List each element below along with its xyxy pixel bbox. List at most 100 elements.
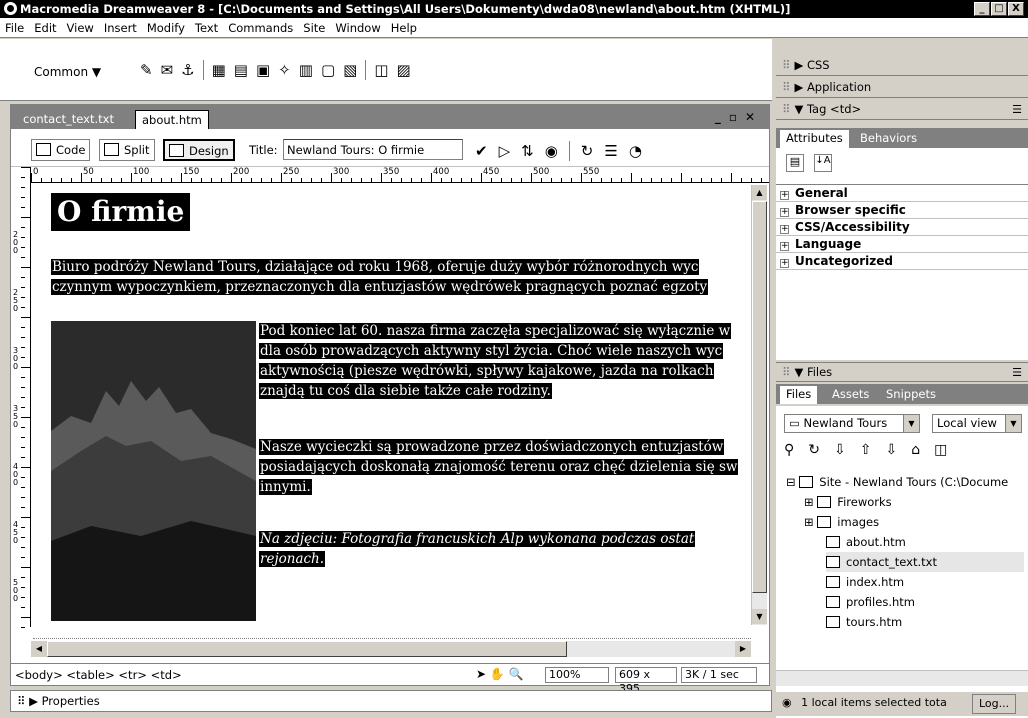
design-view-button[interactable]: Design: [163, 139, 235, 161]
tab-assets[interactable]: Assets: [826, 386, 875, 404]
properties-bar[interactable]: ⠿ ▶ Properties: [10, 690, 772, 712]
tree-file-profiles[interactable]: profiles.htm: [826, 592, 915, 612]
photo-caption-paragraph[interactable]: Na zdjęciu: Fotografia francuskich Alp w…: [259, 529, 696, 569]
tree-folder-images[interactable]: ⊞ images: [804, 512, 879, 532]
close-button[interactable]: X: [1008, 2, 1024, 16]
tree-site-root[interactable]: ⊟ Site - Newland Tours (C:\Docume: [786, 472, 1008, 492]
table-icon[interactable]: ▦: [212, 61, 226, 79]
menu-text[interactable]: Text: [190, 21, 223, 35]
tab-behaviors[interactable]: Behaviors: [854, 130, 923, 148]
ruler-tick: [21, 417, 30, 418]
page-heading[interactable]: O firmie: [51, 193, 191, 231]
select-hand-zoom-tools-icon[interactable]: ➤ ✋ 🔍: [473, 667, 527, 683]
ruler-label: 250: [13, 288, 19, 313]
guides-paragraph[interactable]: Nasze wycieczki są prowadzone przez dośw…: [259, 437, 739, 497]
menu-modify[interactable]: Modify: [142, 21, 190, 35]
menu-edit[interactable]: Edit: [29, 21, 61, 35]
tag-inspector-header[interactable]: ⠿ ▼ Tag <td> ☰: [776, 100, 1028, 120]
files-options-menu-icon[interactable]: ☰: [1012, 363, 1022, 382]
split-view-button[interactable]: Split: [99, 139, 155, 161]
validate-markup-icon[interactable]: ▷: [499, 142, 511, 160]
tree-file-index[interactable]: index.htm: [826, 572, 904, 592]
refresh-icon[interactable]: ↻: [808, 442, 820, 458]
div-icon[interactable]: ▤: [234, 61, 248, 79]
menu-view[interactable]: View: [62, 21, 99, 35]
tree-file-contact-text[interactable]: contact_text.txt: [826, 552, 1024, 572]
check-out-icon[interactable]: ⇩: [885, 442, 897, 458]
tab-contact-text[interactable]: contact_text.txt: [17, 110, 120, 129]
tab-about[interactable]: about.htm: [135, 110, 209, 129]
log-button[interactable]: Log...: [972, 694, 1017, 714]
template-icon[interactable]: ▧: [343, 61, 357, 79]
view-options-icon[interactable]: ☰: [604, 142, 617, 160]
tab-files[interactable]: Files: [780, 386, 818, 404]
group-browser-specific[interactable]: + Browser specific: [776, 202, 1028, 219]
maximize-button[interactable]: □: [991, 2, 1007, 16]
hyperlink-icon[interactable]: ✎: [140, 61, 153, 79]
check-in-icon[interactable]: ⌂: [911, 442, 920, 458]
head-icon[interactable]: ◫: [374, 61, 388, 79]
group-language[interactable]: + Language: [776, 236, 1028, 253]
menu-insert[interactable]: Insert: [99, 21, 142, 35]
files-panel-header[interactable]: ⠿ ▼ Files ☰: [776, 362, 1028, 382]
category-view-icon[interactable]: ▤: [786, 154, 804, 172]
tab-attributes[interactable]: Attributes: [780, 130, 849, 148]
scroll-up-arrow-icon[interactable]: ▲: [752, 185, 767, 200]
minimize-button[interactable]: _: [974, 2, 990, 16]
horizontal-scroll-thumb[interactable]: [47, 641, 567, 657]
css-panel-header[interactable]: ⠿ ▶ CSS: [776, 56, 1028, 76]
preview-in-browser-icon[interactable]: ◉: [545, 142, 558, 160]
options-menu-icon[interactable]: ☰: [1012, 100, 1022, 119]
menu-commands[interactable]: Commands: [223, 21, 298, 35]
tree-file-about[interactable]: about.htm: [826, 532, 906, 552]
view-select[interactable]: Local view ▼: [932, 414, 1022, 433]
group-uncategorized[interactable]: + Uncategorized: [776, 253, 1028, 270]
no-browser-check-errors-icon[interactable]: ✔: [475, 142, 488, 160]
email-link-icon[interactable]: ✉: [161, 61, 174, 79]
visual-aids-icon[interactable]: ◔: [629, 142, 642, 160]
images-icon[interactable]: ▣: [256, 61, 270, 79]
design-canvas[interactable]: O firmie Biuro podróży Newland Tours, dz…: [33, 185, 751, 625]
site-select[interactable]: ▭ Newland Tours ▼: [784, 414, 920, 433]
scroll-left-arrow-icon[interactable]: ◀: [31, 641, 47, 657]
comment-icon[interactable]: ▢: [321, 61, 335, 79]
files-horizontal-scrollbar[interactable]: [776, 670, 1028, 686]
menu-help[interactable]: Help: [386, 21, 422, 35]
tag-selector[interactable]: <body> <table> <tr> <td>: [15, 668, 182, 682]
menu-site[interactable]: Site: [298, 21, 330, 35]
zoom-select[interactable]: 100%: [545, 667, 609, 683]
scroll-down-arrow-icon[interactable]: ▼: [752, 609, 767, 624]
tab-snippets[interactable]: Snippets: [880, 386, 942, 404]
code-view-button[interactable]: Code: [31, 139, 91, 161]
vertical-scroll-thumb[interactable]: [752, 201, 767, 593]
date-icon[interactable]: ▥: [299, 61, 313, 79]
menu-window[interactable]: Window: [330, 21, 385, 35]
refresh-design-view-icon[interactable]: ↻: [581, 142, 594, 160]
history-paragraph[interactable]: Pod koniec lat 60. nasza firma zaczęła s…: [259, 321, 732, 401]
intro-paragraph[interactable]: Biuro podróży Newland Tours, działające …: [51, 257, 709, 297]
put-files-icon[interactable]: ⇧: [860, 442, 872, 458]
menu-file[interactable]: File: [0, 21, 29, 35]
application-panel-header[interactable]: ⠿ ▶ Application: [776, 78, 1028, 98]
document-window-controls[interactable]: _▫✕: [715, 110, 763, 124]
vertical-scrollbar[interactable]: ▲ ▼: [751, 185, 767, 625]
get-files-icon[interactable]: ⇩: [834, 442, 846, 458]
scroll-right-arrow-icon[interactable]: ▶: [735, 641, 751, 657]
tree-folder-fireworks[interactable]: ⊞ Fireworks: [804, 492, 892, 512]
window-size-select[interactable]: 609 x 395: [615, 667, 677, 695]
horizontal-scrollbar[interactable]: ◀ ▶: [31, 641, 751, 657]
group-css-accessibility[interactable]: + CSS/Accessibility: [776, 219, 1028, 236]
panel-groups: ⠿ ▶ CSS ⠿ ▶ Application ⠿ ▼ Tag <td> ☰ Attri…: [776, 56, 1028, 718]
alps-photo[interactable]: [51, 321, 256, 621]
tag-chooser-icon[interactable]: ▨: [397, 61, 411, 79]
media-icon[interactable]: ✧: [278, 61, 291, 79]
named-anchor-icon[interactable]: ⚓: [181, 61, 194, 79]
expand-panel-icon[interactable]: ◫: [934, 442, 947, 458]
group-general[interactable]: + General: [776, 185, 1028, 202]
alphabetical-sort-icon[interactable]: ↓A: [814, 154, 832, 172]
tree-file-tours[interactable]: tours.htm: [826, 612, 902, 632]
insert-category-dropdown[interactable]: Common ▼: [34, 65, 101, 79]
file-management-icon[interactable]: ⇅: [521, 142, 534, 160]
connect-icon[interactable]: ⚲: [784, 442, 794, 458]
document-title-input[interactable]: [283, 139, 463, 160]
